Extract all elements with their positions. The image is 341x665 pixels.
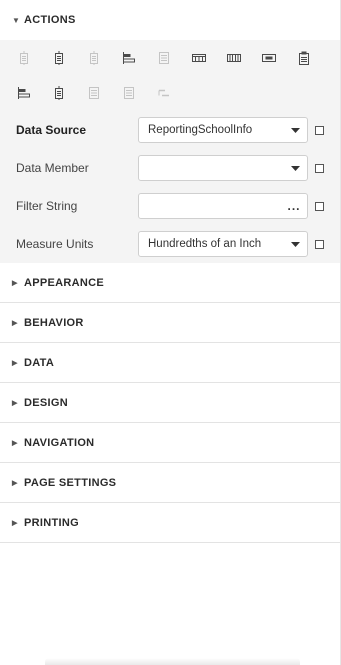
measure-units-checkbox[interactable] bbox=[315, 239, 324, 249]
chevron-down-icon bbox=[283, 232, 307, 256]
page-settings-section-header[interactable]: ▶ PAGE SETTINGS bbox=[0, 463, 340, 503]
data-member-checkbox[interactable] bbox=[315, 163, 324, 173]
appearance-section-title: APPEARANCE bbox=[24, 276, 105, 289]
horizontal-spacing-equal-icon bbox=[191, 52, 206, 64]
measure-units-dropdown[interactable]: Hundredths of an Inch bbox=[138, 231, 308, 257]
behavior-section-title: BEHAVIOR bbox=[24, 316, 84, 329]
align-to-grid-button[interactable] bbox=[111, 43, 146, 73]
same-size-button bbox=[111, 78, 146, 108]
vertical-spacing-icon bbox=[88, 86, 100, 100]
actions-section-title: ACTIONS bbox=[24, 14, 76, 26]
data-source-row: Data Source ReportingSchoolInfo bbox=[0, 111, 340, 149]
measure-units-value: Hundredths of an Inch bbox=[148, 238, 262, 250]
data-member-label: Data Member bbox=[16, 161, 89, 175]
page-settings-section-title: PAGE SETTINGS bbox=[24, 476, 117, 489]
horizontal-spacing-equal-button[interactable] bbox=[181, 43, 216, 73]
measure-units-label: Measure Units bbox=[16, 237, 94, 251]
data-member-row: Data Member bbox=[0, 149, 340, 187]
collapse-triangle-icon: ▼ bbox=[12, 15, 21, 25]
chevron-down-icon bbox=[283, 156, 307, 180]
data-source-value: ReportingSchoolInfo bbox=[148, 124, 253, 136]
clipboard-button[interactable] bbox=[286, 43, 321, 73]
size-to-grid-button bbox=[146, 43, 181, 73]
align-lefts-button[interactable] bbox=[6, 78, 41, 108]
filter-string-checkbox[interactable] bbox=[315, 201, 324, 211]
data-source-checkbox[interactable] bbox=[315, 125, 324, 135]
expand-triangle-icon: ▶ bbox=[12, 279, 18, 287]
printing-section-header[interactable]: ▶ PRINTING bbox=[0, 503, 340, 543]
data-section-title: DATA bbox=[24, 356, 55, 369]
align-center-button[interactable] bbox=[41, 43, 76, 73]
actions-section-body: Data Source ReportingSchoolInfo Data Mem… bbox=[0, 40, 340, 263]
vertical-spacing-button bbox=[76, 78, 111, 108]
horizontal-spacing-decrease-icon bbox=[261, 52, 276, 64]
panel-bottom-shadow bbox=[45, 658, 300, 665]
horizontal-spacing-decrease-button[interactable] bbox=[251, 43, 286, 73]
bring-front-button bbox=[146, 78, 181, 108]
clipboard-icon bbox=[298, 51, 310, 65]
expand-triangle-icon: ▶ bbox=[12, 519, 18, 527]
expand-triangle-icon: ▶ bbox=[12, 439, 18, 447]
same-size-icon bbox=[123, 86, 135, 100]
data-source-label: Data Source bbox=[16, 123, 87, 137]
design-section-header[interactable]: ▶ DESIGN bbox=[0, 383, 340, 423]
filter-string-editor[interactable]: ... bbox=[138, 193, 308, 219]
ellipsis-button[interactable]: ... bbox=[281, 199, 307, 213]
expand-triangle-icon: ▶ bbox=[12, 319, 18, 327]
center-horizontally-button[interactable] bbox=[41, 78, 76, 108]
expand-triangle-icon: ▶ bbox=[12, 479, 18, 487]
filter-string-label: Filter String bbox=[16, 199, 78, 213]
behavior-section-header[interactable]: ▶ BEHAVIOR bbox=[0, 303, 340, 343]
collapsed-sections: ▶ APPEARANCE ▶ BEHAVIOR ▶ DATA ▶ DESIGN ▶ NAVIGAT… bbox=[0, 263, 340, 543]
measure-units-row: Measure Units Hundredths of an Inch bbox=[0, 225, 340, 263]
properties-panel: ▼ ACTIONS Data Source ReportingSchoolInf… bbox=[0, 0, 341, 665]
align-left-icon bbox=[18, 50, 30, 65]
printing-section-title: PRINTING bbox=[24, 516, 79, 529]
align-left-button bbox=[6, 43, 41, 73]
data-source-dropdown[interactable]: ReportingSchoolInfo bbox=[138, 117, 308, 143]
align-right-button bbox=[76, 43, 111, 73]
align-center-icon bbox=[53, 50, 65, 65]
actions-toolbar-row-1 bbox=[0, 40, 340, 75]
appearance-section-header[interactable]: ▶ APPEARANCE bbox=[0, 263, 340, 303]
navigation-section-title: NAVIGATION bbox=[24, 436, 95, 449]
filter-string-row: Filter String ... bbox=[0, 187, 340, 225]
data-member-dropdown[interactable] bbox=[138, 155, 308, 181]
expand-triangle-icon: ▶ bbox=[12, 359, 18, 367]
align-right-icon bbox=[88, 50, 100, 65]
horizontal-spacing-increase-icon bbox=[226, 52, 241, 64]
center-horizontally-icon bbox=[53, 85, 65, 100]
align-to-grid-icon bbox=[122, 51, 136, 64]
data-section-header[interactable]: ▶ DATA bbox=[0, 343, 340, 383]
actions-toolbar-row-2 bbox=[0, 75, 340, 110]
design-section-title: DESIGN bbox=[24, 396, 68, 409]
bring-front-icon bbox=[157, 87, 171, 99]
navigation-section-header[interactable]: ▶ NAVIGATION bbox=[0, 423, 340, 463]
size-to-grid-icon bbox=[158, 51, 170, 65]
actions-section-header[interactable]: ▼ ACTIONS bbox=[0, 0, 340, 40]
align-lefts-icon bbox=[17, 86, 31, 99]
chevron-down-icon bbox=[283, 118, 307, 142]
expand-triangle-icon: ▶ bbox=[12, 399, 18, 407]
horizontal-spacing-increase-button[interactable] bbox=[216, 43, 251, 73]
